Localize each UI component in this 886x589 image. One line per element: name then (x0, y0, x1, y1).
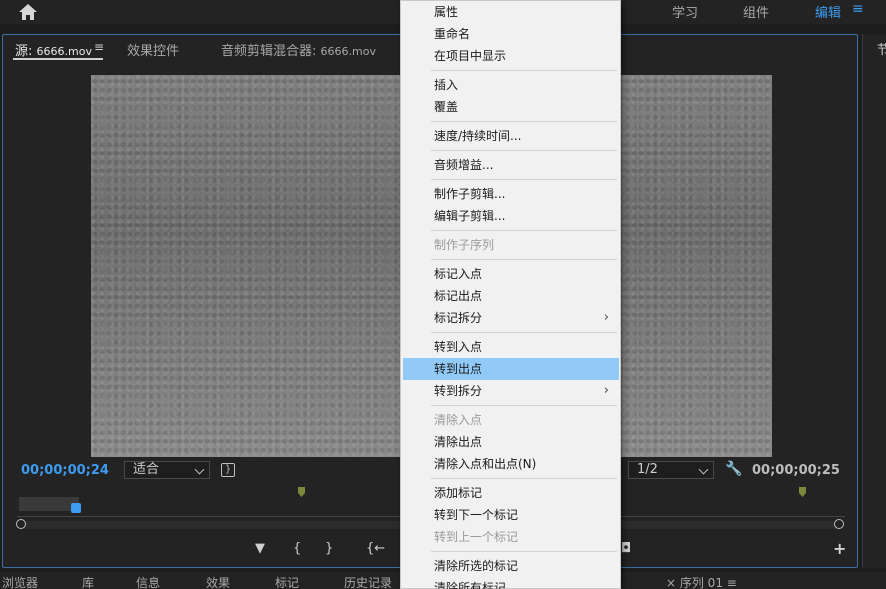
tab-audio-mixer-label: 音频剪辑混合器: (221, 44, 317, 59)
add-button-icon[interactable]: + (833, 539, 846, 558)
tab-audio-clip-mixer[interactable]: 音频剪辑混合器: 6666.mov (221, 40, 376, 59)
menu-item-make-subclip[interactable]: 制作子剪辑... (403, 183, 619, 205)
menu-item-mark-split[interactable]: 标记拆分 › (403, 307, 619, 329)
menu-item-previous-marker: 转到上一个标记 (434, 530, 519, 544)
menu-item-edit-subclip[interactable]: 编辑子剪辑... (403, 205, 619, 227)
menu-item-rename[interactable]: 重命名 (403, 23, 619, 45)
context-menu: 属性 重命名 在项目中显示 插入 覆盖 速度/持续时间... 音频增益... 制… (400, 0, 621, 589)
tab-info[interactable]: 信息 (136, 574, 160, 589)
zoom-fit-select[interactable]: 适合 (124, 461, 210, 479)
menu-separator (431, 551, 617, 552)
menu-separator (431, 478, 617, 479)
menu-item-go-to-split[interactable]: 转到拆分 › (403, 380, 619, 402)
duration-timecode: 00;00;00;25 (752, 463, 840, 478)
menu-item-overwrite[interactable]: 覆盖 (403, 96, 619, 118)
menu-item-reveal-in-project[interactable]: 在项目中显示 (403, 45, 619, 67)
tab-media-browser[interactable]: 浏览器 (2, 574, 38, 589)
zoom-fit-value: 适合 (133, 462, 160, 477)
menu-item-next-marker[interactable]: 转到下一个标记 (403, 504, 619, 526)
resolution-value: 1/2 (637, 462, 658, 477)
menu-item-mark-in[interactable]: 标记入点 (403, 263, 619, 285)
menu-separator (431, 230, 617, 231)
active-tab-underline (13, 58, 103, 60)
tab-markers[interactable]: 标记 (275, 574, 299, 589)
menu-separator (431, 121, 617, 122)
playback-resolution-select[interactable]: 1/2 (628, 461, 714, 479)
menu-item-speed-duration[interactable]: 速度/持续时间... (403, 125, 619, 147)
tab-source[interactable]: 源: 6666.mov (15, 40, 92, 59)
tab-menu-icon[interactable]: ≡ (94, 40, 104, 54)
export-frame-icon[interactable]: } (221, 463, 235, 477)
in-out-range (19, 497, 79, 511)
mark-in-button[interactable]: { (293, 541, 301, 556)
menu-item-go-to-in[interactable]: 转到入点 (403, 336, 619, 358)
marker-icon[interactable] (298, 487, 305, 497)
workspace-menu-icon[interactable]: ≡ (852, 1, 864, 17)
tab-source-clip: 6666.mov (36, 45, 92, 58)
menu-item-go-to-split-label: 转到拆分 (434, 384, 483, 398)
menu-item-insert[interactable]: 插入 (403, 74, 619, 96)
tab-sequence[interactable]: × 序列 01 ≡ (666, 574, 737, 589)
menu-item-add-marker[interactable]: 添加标记 (403, 482, 619, 504)
workspace-tab-learn[interactable]: 学习 (672, 2, 698, 21)
menu-separator (431, 150, 617, 151)
menu-item-clear-out[interactable]: 清除出点 (403, 431, 619, 453)
program-monitor-panel: 节 (862, 34, 886, 568)
tab-audio-mixer-clip: 6666.mov (320, 45, 376, 58)
scrollbar-right-handle[interactable] (834, 519, 844, 529)
chevron-down-icon (698, 464, 709, 475)
playhead-timecode[interactable]: 00;00;00;24 (21, 463, 109, 478)
menu-separator (431, 405, 617, 406)
menu-item-make-subsequence: 制作子序列 (434, 238, 495, 252)
tab-effects[interactable]: 效果 (206, 574, 230, 589)
menu-separator (431, 70, 617, 71)
go-to-in-button[interactable]: {← (366, 541, 385, 556)
menu-separator (431, 332, 617, 333)
menu-item-clear-selected-markers[interactable]: 清除所选的标记 (403, 555, 619, 577)
workspace-tab-edit[interactable]: 编辑 (815, 2, 841, 21)
menu-separator (431, 259, 617, 260)
workspace-tab-assembly[interactable]: 组件 (743, 2, 769, 21)
add-marker-button[interactable]: ▼ (255, 541, 265, 556)
menu-item-mark-out[interactable]: 标记出点 (403, 285, 619, 307)
menu-item-clear-all-markers[interactable]: 清除所有标记 (403, 577, 619, 589)
wrench-icon[interactable]: 🔧 (725, 461, 742, 477)
tab-history[interactable]: 历史记录 (344, 574, 392, 589)
camera-icon[interactable]: ◘ (621, 541, 631, 556)
menu-separator (431, 179, 617, 180)
menu-item-go-to-out[interactable]: 转到出点 (403, 358, 619, 380)
menu-item-mark-split-label: 标记拆分 (434, 311, 483, 325)
menu-item-clear-in-out[interactable]: 清除入点和出点(N) (403, 453, 619, 475)
chevron-right-icon: › (603, 383, 609, 398)
marker-icon[interactable] (799, 487, 806, 497)
chevron-right-icon: › (603, 310, 609, 325)
mark-out-button[interactable]: } (325, 541, 333, 556)
tab-source-label: 源: (15, 44, 33, 59)
tab-effect-controls[interactable]: 效果控件 (127, 40, 179, 59)
scrollbar-left-handle[interactable] (16, 519, 26, 529)
menu-item-clear-in: 清除入点 (434, 413, 483, 427)
menu-item-properties[interactable]: 属性 (403, 1, 619, 23)
menu-item-audio-gain[interactable]: 音频增益... (403, 154, 619, 176)
playhead-handle[interactable] (71, 503, 81, 513)
home-icon[interactable] (18, 3, 38, 21)
chevron-down-icon (194, 464, 205, 475)
program-tab[interactable]: 节 (877, 39, 886, 58)
tab-libraries[interactable]: 库 (82, 574, 94, 589)
